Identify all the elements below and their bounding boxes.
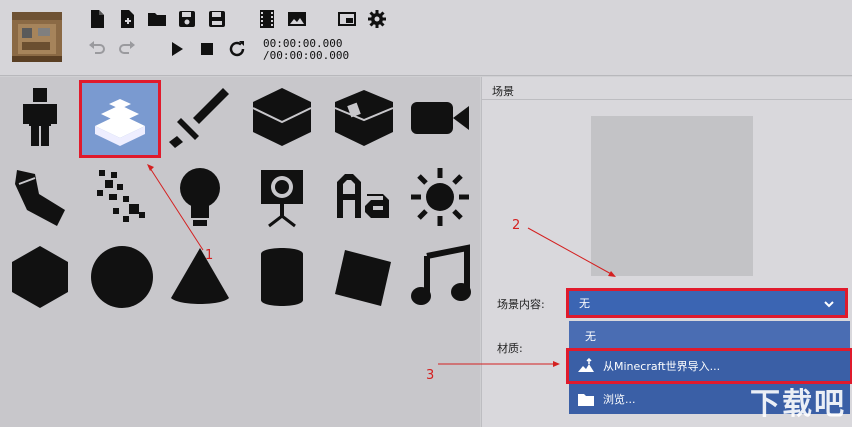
- time-total: /00:00:00.000: [263, 49, 350, 62]
- option-label: 浏览...: [603, 393, 636, 406]
- arm-icon[interactable]: [4, 161, 76, 233]
- save-icon[interactable]: [176, 8, 198, 30]
- cube-icon[interactable]: [328, 241, 400, 313]
- elements-panel: [0, 77, 480, 427]
- undo-icon[interactable]: [86, 38, 108, 60]
- terrain-import-icon: [578, 358, 594, 372]
- block-icon[interactable]: [246, 81, 318, 153]
- particles-icon[interactable]: [86, 161, 158, 233]
- toolbar: 00:00:00.000 /00:00:00.000: [0, 0, 852, 76]
- music-icon[interactable]: [404, 241, 476, 313]
- new-file-icon[interactable]: [86, 8, 108, 30]
- spotlight-icon[interactable]: [246, 161, 318, 233]
- material-label: 材质:: [497, 342, 523, 355]
- scene-panel: 场景 场景内容: 无 材质: 无 从Minecraft世界导入... 浏览...: [481, 77, 852, 427]
- stop-icon[interactable]: [196, 38, 218, 60]
- image-icon[interactable]: [286, 8, 308, 30]
- new-file-plus-icon[interactable]: [116, 8, 138, 30]
- option-label: 从Minecraft世界导入...: [603, 360, 721, 373]
- save-all-icon[interactable]: [206, 8, 228, 30]
- annotation-1: 1: [205, 248, 214, 263]
- open-folder-icon[interactable]: [146, 8, 168, 30]
- hexagon-icon[interactable]: [4, 241, 76, 313]
- option-label: 无: [585, 330, 596, 343]
- picture-in-picture-icon[interactable]: [336, 8, 358, 30]
- watermark: 下载吧: [750, 387, 846, 422]
- cone-icon[interactable]: [164, 241, 236, 313]
- circle-icon[interactable]: [86, 241, 158, 313]
- divider: [482, 99, 852, 100]
- scenery-icon[interactable]: [79, 80, 161, 158]
- dropdown-value: 无: [579, 297, 590, 310]
- lightbulb-icon[interactable]: [164, 161, 236, 233]
- annotation-3: 3: [426, 368, 435, 383]
- camera-icon[interactable]: [404, 81, 476, 153]
- redo-icon[interactable]: [116, 38, 138, 60]
- refresh-icon[interactable]: [226, 38, 248, 60]
- player-figure-icon[interactable]: [4, 81, 76, 153]
- sword-icon[interactable]: [164, 81, 236, 153]
- scene-preview: [591, 116, 753, 276]
- option-import-minecraft[interactable]: 从Minecraft世界导入...: [566, 348, 852, 384]
- chest-icon[interactable]: [328, 81, 400, 153]
- annotation-2: 2: [512, 218, 521, 233]
- app-logo-icon: [8, 8, 66, 66]
- film-icon[interactable]: [256, 8, 278, 30]
- play-icon[interactable]: [166, 38, 188, 60]
- text-icon[interactable]: [328, 161, 400, 233]
- gear-icon[interactable]: [366, 8, 388, 30]
- scene-content-label: 场景内容:: [497, 298, 545, 311]
- chevron-down-icon: [824, 301, 834, 308]
- panel-title: 场景: [492, 85, 514, 98]
- cylinder-icon[interactable]: [246, 241, 318, 313]
- folder-icon: [578, 394, 594, 406]
- option-none[interactable]: 无: [569, 321, 850, 351]
- scene-content-dropdown[interactable]: 无: [566, 288, 848, 318]
- sun-icon[interactable]: [404, 161, 476, 233]
